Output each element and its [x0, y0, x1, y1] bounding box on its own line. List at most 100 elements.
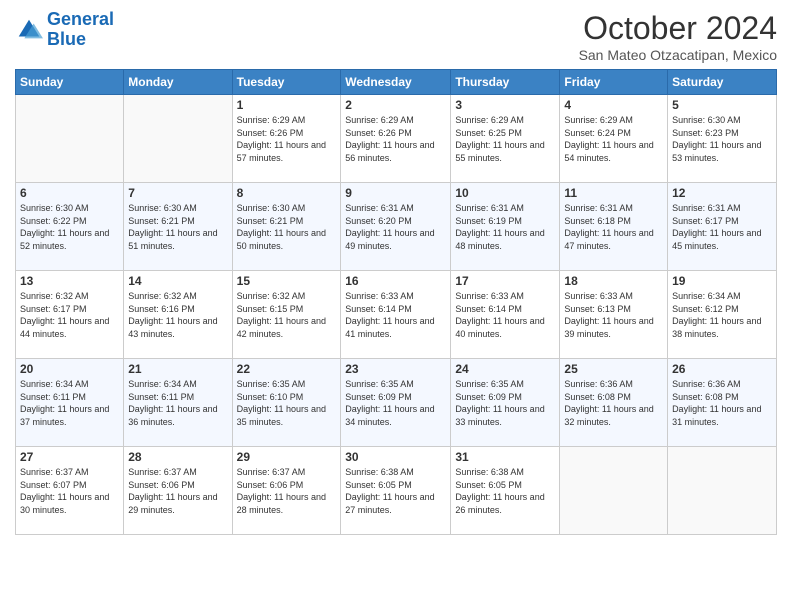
day-number: 13	[20, 274, 119, 288]
cell-content: Sunrise: 6:33 AMSunset: 6:14 PMDaylight:…	[345, 290, 446, 340]
calendar-cell: 8Sunrise: 6:30 AMSunset: 6:21 PMDaylight…	[232, 183, 341, 271]
day-number: 10	[455, 186, 555, 200]
day-number: 11	[564, 186, 663, 200]
logo-line1: General	[47, 9, 114, 29]
calendar-cell: 9 Sunrise: 6:31 AMSunset: 6:20 PMDaylight…	[341, 183, 451, 271]
calendar-cell: 31 Sunrise: 6:38 AMSunset: 6:05 PMDayligh…	[451, 447, 560, 535]
weekday-header: Monday	[124, 70, 232, 95]
cell-content: Sunrise: 6:38 AMSunset: 6:05 PMDaylight:…	[345, 466, 446, 516]
cell-content: Sunrise: 6:34 AMSunset: 6:11 PMDaylight:…	[128, 378, 227, 428]
calendar-cell: 30 Sunrise: 6:38 AMSunset: 6:05 PMDayligh…	[341, 447, 451, 535]
cell-content: Sunrise: 6:37 AMSunset: 6:06 PMDaylight:…	[237, 466, 337, 516]
calendar-cell: 12 Sunrise: 6:31 AMSunset: 6:17 PMDayligh…	[668, 183, 777, 271]
cell-content: Sunrise: 6:29 AMSunset: 6:26 PMDaylight:…	[237, 114, 337, 164]
logo-icon	[15, 16, 43, 44]
calendar-cell: 11 Sunrise: 6:31 AMSunset: 6:18 PMDayligh…	[560, 183, 668, 271]
cell-content: Sunrise: 6:31 AMSunset: 6:18 PMDaylight:…	[564, 202, 663, 252]
title-block: October 2024 San Mateo Otzacatipan, Mexi…	[579, 10, 777, 63]
calendar-cell: 13 Sunrise: 6:32 AMSunset: 6:17 PMDayligh…	[16, 271, 124, 359]
cell-content: Sunrise: 6:34 AMSunset: 6:11 PMDaylight:…	[20, 378, 119, 428]
calendar-cell: 6Sunrise: 6:30 AMSunset: 6:22 PMDaylight…	[16, 183, 124, 271]
cell-content: Sunrise: 6:30 AMSunset: 6:21 PMDaylight:…	[128, 202, 227, 252]
logo-line2: Blue	[47, 29, 86, 49]
day-number: 27	[20, 450, 119, 464]
calendar-cell: 22 Sunrise: 6:35 AMSunset: 6:10 PMDayligh…	[232, 359, 341, 447]
cell-content: Sunrise: 6:30 AMSunset: 6:23 PMDaylight:…	[672, 114, 772, 164]
cell-content: Sunrise: 6:31 AMSunset: 6:17 PMDaylight:…	[672, 202, 772, 252]
calendar-week-row: 20 Sunrise: 6:34 AMSunset: 6:11 PMDayligh…	[16, 359, 777, 447]
weekday-header: Thursday	[451, 70, 560, 95]
calendar-cell: 29 Sunrise: 6:37 AMSunset: 6:06 PMDayligh…	[232, 447, 341, 535]
calendar-cell: 26 Sunrise: 6:36 AMSunset: 6:08 PMDayligh…	[668, 359, 777, 447]
calendar-cell: 7 Sunrise: 6:30 AMSunset: 6:21 PMDaylight…	[124, 183, 232, 271]
calendar-week-row: 1 Sunrise: 6:29 AMSunset: 6:26 PMDaylight…	[16, 95, 777, 183]
day-number: 31	[455, 450, 555, 464]
day-number: 16	[345, 274, 446, 288]
cell-content: Sunrise: 6:32 AMSunset: 6:16 PMDaylight:…	[128, 290, 227, 340]
cell-content: Sunrise: 6:36 AMSunset: 6:08 PMDaylight:…	[672, 378, 772, 428]
calendar-cell: 4 Sunrise: 6:29 AMSunset: 6:24 PMDaylight…	[560, 95, 668, 183]
logo: General Blue	[15, 10, 114, 50]
calendar-cell: 27 Sunrise: 6:37 AMSunset: 6:07 PMDayligh…	[16, 447, 124, 535]
cell-content: Sunrise: 6:29 AMSunset: 6:24 PMDaylight:…	[564, 114, 663, 164]
day-number: 20	[20, 362, 119, 376]
day-number: 9	[345, 186, 446, 200]
cell-content: Sunrise: 6:35 AMSunset: 6:10 PMDaylight:…	[237, 378, 337, 428]
calendar-cell	[16, 95, 124, 183]
calendar-cell	[668, 447, 777, 535]
cell-content: Sunrise: 6:34 AMSunset: 6:12 PMDaylight:…	[672, 290, 772, 340]
day-number: 23	[345, 362, 446, 376]
cell-content: Sunrise: 6:33 AMSunset: 6:14 PMDaylight:…	[455, 290, 555, 340]
calendar-cell: 19 Sunrise: 6:34 AMSunset: 6:12 PMDayligh…	[668, 271, 777, 359]
calendar-week-row: 13 Sunrise: 6:32 AMSunset: 6:17 PMDayligh…	[16, 271, 777, 359]
cell-content: Sunrise: 6:37 AMSunset: 6:07 PMDaylight:…	[20, 466, 119, 516]
day-number: 26	[672, 362, 772, 376]
day-number: 17	[455, 274, 555, 288]
day-number: 15	[237, 274, 337, 288]
day-number: 1	[237, 98, 337, 112]
cell-content: Sunrise: 6:32 AMSunset: 6:17 PMDaylight:…	[20, 290, 119, 340]
calendar-cell: 14 Sunrise: 6:32 AMSunset: 6:16 PMDayligh…	[124, 271, 232, 359]
calendar-cell: 3 Sunrise: 6:29 AMSunset: 6:25 PMDaylight…	[451, 95, 560, 183]
calendar-cell: 24 Sunrise: 6:35 AMSunset: 6:09 PMDayligh…	[451, 359, 560, 447]
day-number: 24	[455, 362, 555, 376]
calendar-cell: 2 Sunrise: 6:29 AMSunset: 6:26 PMDaylight…	[341, 95, 451, 183]
calendar-cell: 10 Sunrise: 6:31 AMSunset: 6:19 PMDayligh…	[451, 183, 560, 271]
cell-content: Sunrise: 6:31 AMSunset: 6:20 PMDaylight:…	[345, 202, 446, 252]
day-number: 5	[672, 98, 772, 112]
day-number: 19	[672, 274, 772, 288]
day-number: 3	[455, 98, 555, 112]
location: San Mateo Otzacatipan, Mexico	[579, 47, 777, 63]
day-number: 29	[237, 450, 337, 464]
day-number: 4	[564, 98, 663, 112]
calendar-cell: 16 Sunrise: 6:33 AMSunset: 6:14 PMDayligh…	[341, 271, 451, 359]
day-number: 6	[20, 186, 119, 200]
cell-content: Sunrise: 6:35 AMSunset: 6:09 PMDaylight:…	[455, 378, 555, 428]
calendar-cell: 15Sunrise: 6:32 AMSunset: 6:15 PMDayligh…	[232, 271, 341, 359]
day-number: 21	[128, 362, 227, 376]
weekday-header: Saturday	[668, 70, 777, 95]
day-number: 22	[237, 362, 337, 376]
calendar-cell: 1 Sunrise: 6:29 AMSunset: 6:26 PMDaylight…	[232, 95, 341, 183]
cell-content: Sunrise: 6:29 AMSunset: 6:26 PMDaylight:…	[345, 114, 446, 164]
calendar-cell: 28Sunrise: 6:37 AMSunset: 6:06 PMDayligh…	[124, 447, 232, 535]
cell-content: Sunrise: 6:38 AMSunset: 6:05 PMDaylight:…	[455, 466, 555, 516]
day-number: 7	[128, 186, 227, 200]
day-number: 2	[345, 98, 446, 112]
day-number: 30	[345, 450, 446, 464]
day-number: 28	[128, 450, 227, 464]
cell-content: Sunrise: 6:33 AMSunset: 6:13 PMDaylight:…	[564, 290, 663, 340]
weekday-header: Sunday	[16, 70, 124, 95]
calendar-cell: 18 Sunrise: 6:33 AMSunset: 6:13 PMDayligh…	[560, 271, 668, 359]
day-number: 18	[564, 274, 663, 288]
calendar-cell: 23Sunrise: 6:35 AMSunset: 6:09 PMDayligh…	[341, 359, 451, 447]
cell-content: Sunrise: 6:29 AMSunset: 6:25 PMDaylight:…	[455, 114, 555, 164]
day-number: 14	[128, 274, 227, 288]
calendar-cell: 5 Sunrise: 6:30 AMSunset: 6:23 PMDaylight…	[668, 95, 777, 183]
day-number: 12	[672, 186, 772, 200]
cell-content: Sunrise: 6:31 AMSunset: 6:19 PMDaylight:…	[455, 202, 555, 252]
weekday-header: Friday	[560, 70, 668, 95]
calendar-cell	[560, 447, 668, 535]
cell-content: Sunrise: 6:36 AMSunset: 6:08 PMDaylight:…	[564, 378, 663, 428]
calendar-cell: 20 Sunrise: 6:34 AMSunset: 6:11 PMDayligh…	[16, 359, 124, 447]
